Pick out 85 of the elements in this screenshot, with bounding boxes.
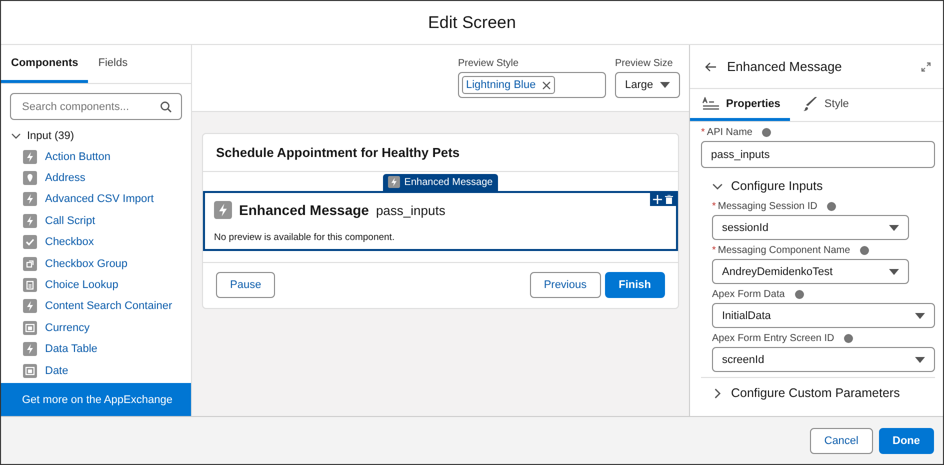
panel-title: Enhanced Message xyxy=(727,59,843,74)
screen-title: Schedule Appointment for Healthy Pets xyxy=(203,134,678,172)
chevron-right-icon[interactable] xyxy=(712,388,723,398)
no-preview-message: No preview is available for this component. xyxy=(214,232,396,243)
bolt-icon xyxy=(214,201,232,219)
style-pill[interactable]: Lightning Blue xyxy=(462,76,555,94)
component-link[interactable]: Advanced CSV Import xyxy=(45,193,154,206)
section-title[interactable]: Configure Custom Parameters xyxy=(731,386,900,400)
style-tab[interactable]: Style xyxy=(790,89,859,121)
square-icon xyxy=(23,320,37,335)
cancel-button[interactable]: Cancel xyxy=(810,428,872,454)
checkbox-group-icon xyxy=(23,256,37,271)
paintbrush-icon xyxy=(802,96,818,112)
square-icon xyxy=(23,364,37,378)
field-label: Apex Form Data xyxy=(712,289,785,300)
caret-icon xyxy=(915,312,925,318)
info-icon[interactable] xyxy=(860,246,870,255)
window-title: Edit Screen xyxy=(428,12,516,32)
component-link[interactable]: Checkbox xyxy=(45,236,94,248)
caret-icon xyxy=(660,82,670,88)
component-type: Enhanced Message xyxy=(239,202,369,218)
bolt-icon xyxy=(23,342,37,356)
size-dropdown[interactable]: Large xyxy=(615,72,680,98)
panel-tab[interactable]: Components xyxy=(1,45,88,83)
component-link[interactable]: Data Table xyxy=(45,343,98,356)
info-icon[interactable] xyxy=(762,128,772,137)
dropdown-field[interactable]: sessionId xyxy=(712,215,909,240)
field-label: Messaging Component Name xyxy=(718,245,850,256)
done-button[interactable]: Done xyxy=(878,428,934,454)
required-mark: * xyxy=(712,245,716,256)
component-link[interactable]: Checkbox Group xyxy=(45,258,128,270)
field-label: Apex Form Entry Screen ID xyxy=(712,333,834,344)
move-icon[interactable] xyxy=(653,195,662,204)
info-icon[interactable] xyxy=(827,202,836,211)
back-arrow-icon[interactable] xyxy=(705,62,717,72)
dropdown-field[interactable]: screenId xyxy=(712,347,935,372)
required-mark: * xyxy=(701,127,705,138)
style-field[interactable]: Lightning Blue xyxy=(458,72,606,98)
finish-button[interactable]: Finish xyxy=(604,272,665,298)
bolt-icon xyxy=(23,150,37,164)
trash-icon[interactable] xyxy=(665,195,673,204)
field-label: Preview Size xyxy=(615,58,674,69)
info-icon[interactable] xyxy=(794,290,804,299)
section-title[interactable]: Configure Inputs xyxy=(731,179,823,193)
api-name-field[interactable]: pass_inputs xyxy=(701,141,935,168)
pause-button[interactable]: Pause xyxy=(216,272,276,298)
clipboard-icon xyxy=(23,278,37,292)
close-icon[interactable] xyxy=(542,80,551,90)
search-icon xyxy=(160,100,172,112)
checkmark-icon xyxy=(23,235,37,250)
group-label: Input (39) xyxy=(27,130,74,142)
previous-button[interactable]: Previous xyxy=(530,272,601,298)
component-link[interactable]: Address xyxy=(45,172,86,184)
caret-icon xyxy=(889,268,899,274)
panel-tab[interactable]: Fields xyxy=(88,45,138,83)
info-icon[interactable] xyxy=(844,334,854,343)
properties-tab[interactable]: Properties xyxy=(690,89,790,121)
component-link[interactable]: Date xyxy=(45,364,68,377)
dropdown-field[interactable]: AndreyDemidenkoTest xyxy=(712,259,909,284)
component-link[interactable]: Choice Lookup xyxy=(45,279,118,292)
component-link[interactable]: Action Button xyxy=(45,150,110,163)
component-name: pass_inputs xyxy=(376,202,446,218)
component-link[interactable]: Call Script xyxy=(45,214,96,227)
selected-component[interactable]: Enhanced Message pass_inputs No preview is available for this component. xyxy=(203,191,678,251)
pin-icon xyxy=(23,171,37,186)
search-field[interactable]: Search components... xyxy=(10,93,182,120)
bolt-icon xyxy=(23,192,37,206)
appexchange-link[interactable]: Get more on the AppExchange xyxy=(1,383,191,416)
bolt-icon xyxy=(388,176,400,188)
bolt-icon xyxy=(23,214,37,228)
pill-label: Lightning Blue xyxy=(466,79,536,91)
caret-icon xyxy=(915,356,925,362)
expand-icon[interactable] xyxy=(921,62,931,72)
dropdown-field[interactable]: InitialData xyxy=(712,303,935,328)
bolt-icon xyxy=(23,299,37,314)
field-label: Preview Style xyxy=(458,58,520,69)
component-link[interactable]: Currency xyxy=(45,322,90,334)
text-lines-icon xyxy=(702,97,720,110)
caret-icon xyxy=(889,224,899,230)
field-label: Messaging Session ID xyxy=(718,201,818,212)
component-link[interactable]: Content Search Container xyxy=(45,300,172,312)
tag-label: Enhanced Message xyxy=(404,176,493,188)
field-label: API Name xyxy=(706,127,752,138)
required-mark: * xyxy=(712,201,716,212)
chevron-icon[interactable] xyxy=(11,131,21,141)
